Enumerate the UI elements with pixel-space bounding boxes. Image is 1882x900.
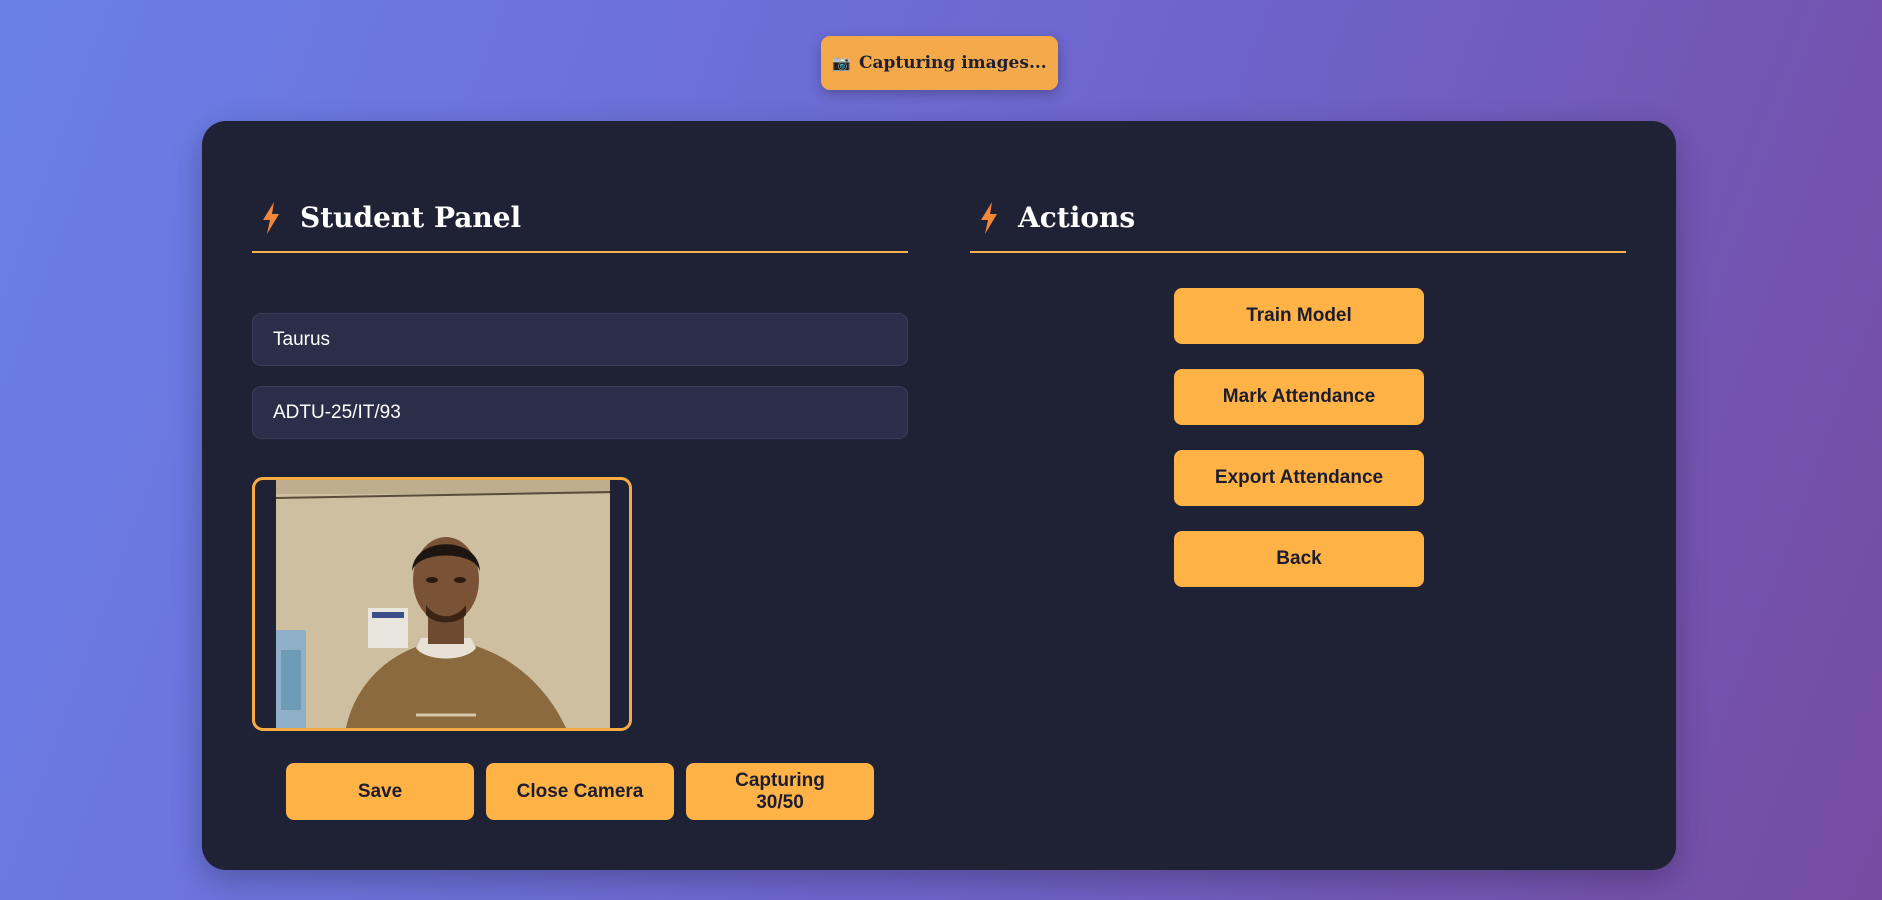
back-button[interactable]: Back: [1174, 531, 1424, 587]
actions-title: Actions: [1018, 201, 1136, 234]
export-attendance-button[interactable]: Export Attendance: [1174, 450, 1424, 506]
student-id-input[interactable]: [252, 386, 908, 439]
capture-progress-button[interactable]: Capturing 30/50: [686, 763, 874, 820]
camera-preview: [252, 477, 632, 731]
student-panel-header: Student Panel: [252, 121, 908, 253]
train-model-button[interactable]: Train Model: [1174, 288, 1424, 344]
save-button[interactable]: Save: [286, 763, 474, 820]
close-camera-button[interactable]: Close Camera: [486, 763, 674, 820]
lightning-icon: [262, 201, 280, 234]
camera-frame-image: [276, 480, 610, 728]
capture-count: 30/50: [756, 791, 804, 813]
student-name-input[interactable]: [252, 313, 908, 366]
student-panel-title: Student Panel: [300, 201, 522, 234]
capture-label: Capturing: [735, 769, 825, 791]
capture-status-toast: 📷 Capturing images...: [821, 36, 1058, 90]
camera-icon: 📷: [832, 54, 851, 72]
camera-feed: [276, 480, 610, 728]
mark-attendance-button[interactable]: Mark Attendance: [1174, 369, 1424, 425]
main-card: Student Panel Taurus ADTU-25/IT/93 Save …: [202, 121, 1676, 870]
lightning-icon: [980, 201, 998, 234]
toast-text: Capturing images...: [858, 53, 1047, 73]
actions-header: Actions: [970, 121, 1626, 253]
